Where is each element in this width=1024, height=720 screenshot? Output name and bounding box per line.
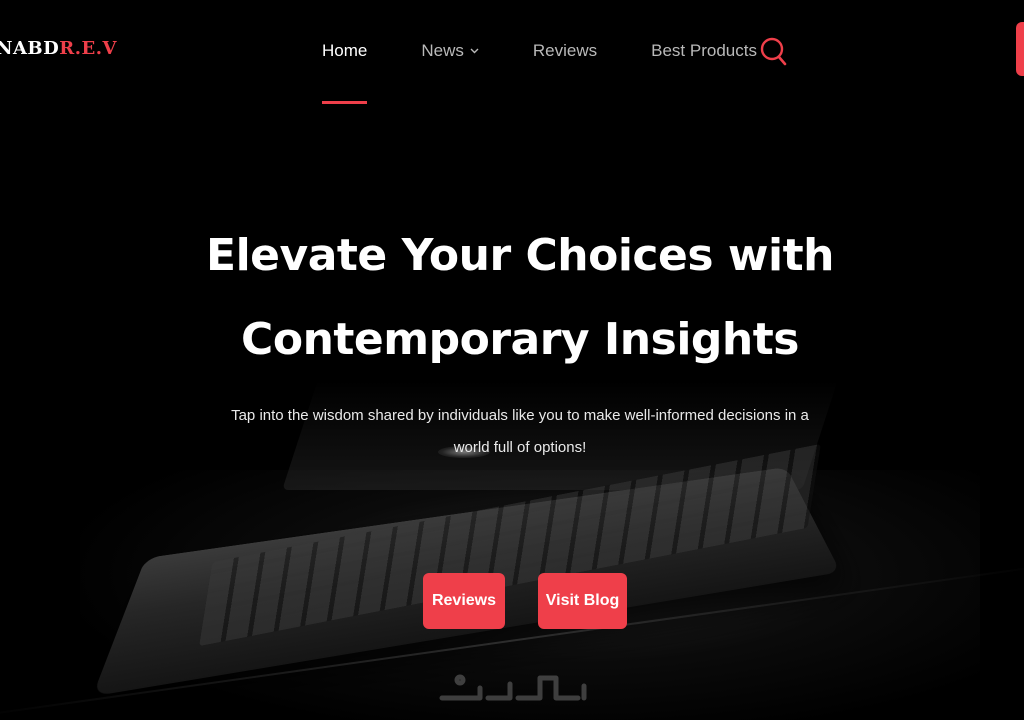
reviews-button[interactable]: Reviews <box>423 573 505 629</box>
hero-title: Elevate Your Choices with Contemporary I… <box>0 214 1024 382</box>
logo-text-accent: R.E.V <box>59 38 117 59</box>
page: NABDR.E.V Home News Reviews Best Product… <box>0 0 1024 720</box>
logo-text-primary: NABD <box>0 38 60 59</box>
hero-subtitle: Tap into the wisdom shared by individual… <box>231 407 809 456</box>
hero-title-line: Elevate Your Choices with <box>206 230 834 281</box>
nav-item-label: Best Products <box>651 41 757 60</box>
nav-item-best-products[interactable]: Best Products <box>651 41 757 61</box>
nav-item-home[interactable]: Home <box>322 41 368 104</box>
hero-title-line: Contemporary Insights <box>241 314 799 365</box>
visit-blog-button[interactable]: Visit Blog <box>538 573 627 629</box>
nav-item-label: Reviews <box>532 41 598 60</box>
header-cta-button[interactable] <box>1016 22 1024 76</box>
nav-item-news[interactable]: News <box>421 41 479 61</box>
chevron-down-icon <box>470 45 479 57</box>
search-icon[interactable] <box>759 34 789 68</box>
nav-item-label: News <box>421 41 464 60</box>
nav-item-reviews[interactable]: Reviews <box>533 41 597 61</box>
site-logo[interactable]: NABDR.E.V <box>0 38 117 59</box>
main-nav: Home News Reviews Best Products <box>322 36 811 104</box>
watermark-logo <box>436 668 590 708</box>
nav-item-label: Home <box>322 41 368 60</box>
